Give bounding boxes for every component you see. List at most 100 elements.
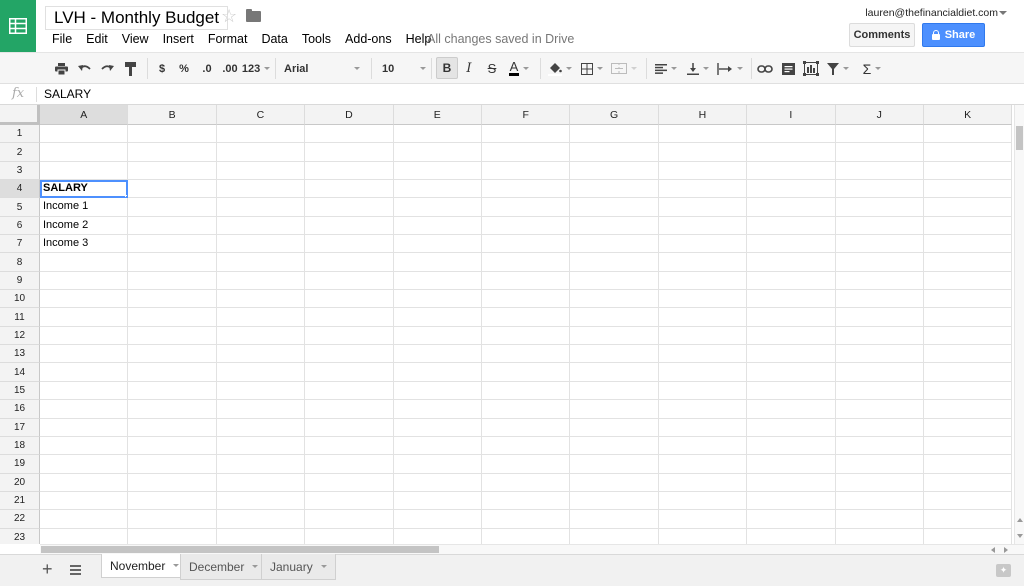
- cell-a10[interactable]: [40, 290, 129, 309]
- cell-b1[interactable]: [128, 125, 217, 144]
- cell-c4[interactable]: [216, 180, 306, 199]
- cell-k17[interactable]: [923, 418, 1013, 437]
- cell-j11[interactable]: [835, 308, 924, 327]
- row-header-9[interactable]: 9: [0, 271, 40, 291]
- italic-button[interactable]: I: [462, 53, 476, 84]
- chevron-down-icon[interactable]: [173, 564, 180, 567]
- formula-input[interactable]: SALARY: [44, 87, 91, 101]
- cell-e4[interactable]: [393, 180, 482, 199]
- cell-a18[interactable]: [40, 436, 129, 456]
- cell-f10[interactable]: [481, 290, 571, 309]
- menu-view[interactable]: View: [115, 32, 156, 46]
- cell-c13[interactable]: [216, 345, 306, 364]
- increase-decimal-button[interactable]: .00: [220, 53, 240, 84]
- cell-c5[interactable]: [216, 198, 306, 217]
- cell-d10[interactable]: [305, 290, 394, 309]
- row-header-23[interactable]: 23: [0, 528, 40, 544]
- cell-f11[interactable]: [481, 308, 571, 327]
- cell-e23[interactable]: [394, 528, 482, 544]
- column-header-k[interactable]: K: [923, 105, 1013, 125]
- cell-g11[interactable]: [570, 308, 659, 327]
- cell-h2[interactable]: [658, 143, 748, 162]
- cell-j22[interactable]: [835, 510, 924, 529]
- cell-i14[interactable]: [747, 363, 836, 382]
- cell-j12[interactable]: [835, 326, 924, 346]
- cell-h12[interactable]: [658, 326, 748, 346]
- cell-h8[interactable]: [658, 253, 748, 272]
- cell-c18[interactable]: [216, 436, 306, 456]
- cell-j2[interactable]: [835, 143, 924, 162]
- cell-a9[interactable]: [40, 271, 129, 291]
- save-status[interactable]: All changes saved in Drive: [427, 32, 574, 46]
- cell-f7[interactable]: [481, 235, 571, 254]
- cell-g7[interactable]: [570, 235, 659, 254]
- row-header-1[interactable]: 1: [0, 125, 40, 144]
- cell-f15[interactable]: [481, 381, 571, 401]
- cell-j21[interactable]: [835, 491, 924, 511]
- cell-f9[interactable]: [481, 271, 571, 291]
- cell-b3[interactable]: [128, 161, 217, 181]
- currency-format-button[interactable]: $: [155, 53, 169, 84]
- row-header-13[interactable]: 13: [0, 345, 40, 364]
- cell-k5[interactable]: [923, 198, 1013, 217]
- cell-k20[interactable]: [923, 473, 1013, 492]
- cell-f22[interactable]: [481, 510, 571, 529]
- scroll-up-icon[interactable]: [1017, 518, 1023, 522]
- cell-i10[interactable]: [747, 290, 836, 309]
- cell-e13[interactable]: [393, 345, 482, 364]
- menu-edit[interactable]: Edit: [79, 32, 115, 46]
- cell-i3[interactable]: [747, 161, 836, 181]
- cell-h4[interactable]: [658, 180, 748, 199]
- cell-i13[interactable]: [747, 345, 836, 364]
- cell-e6[interactable]: [393, 216, 482, 236]
- print-icon[interactable]: [53, 53, 69, 84]
- menu-addons[interactable]: Add-ons: [338, 32, 399, 46]
- cell-g15[interactable]: [570, 381, 659, 401]
- cell-e20[interactable]: [393, 473, 482, 492]
- column-header-g[interactable]: G: [570, 105, 659, 125]
- cell-a20[interactable]: [40, 473, 129, 492]
- number-format-dropdown[interactable]: 123: [242, 53, 271, 84]
- cell-e9[interactable]: [393, 271, 482, 291]
- column-header-e[interactable]: E: [393, 105, 482, 125]
- scroll-left-icon[interactable]: [991, 547, 995, 553]
- cell-b16[interactable]: [128, 400, 217, 419]
- row-header-18[interactable]: 18: [0, 436, 40, 456]
- row-header-5[interactable]: 5: [0, 198, 40, 217]
- cell-e22[interactable]: [393, 510, 482, 529]
- cell-d14[interactable]: [305, 363, 394, 382]
- explore-button[interactable]: ✦: [996, 564, 1011, 577]
- cell-h22[interactable]: [658, 510, 748, 529]
- cell-g6[interactable]: [570, 216, 659, 236]
- cell-g9[interactable]: [570, 271, 659, 291]
- vertical-align-button[interactable]: [685, 53, 711, 84]
- cell-d16[interactable]: [305, 400, 394, 419]
- text-color-button[interactable]: A: [505, 53, 533, 84]
- cell-a5[interactable]: Income 1: [40, 198, 129, 217]
- column-header-i[interactable]: I: [747, 105, 836, 125]
- column-header-b[interactable]: B: [128, 105, 217, 125]
- fill-handle[interactable]: [125, 195, 128, 198]
- cell-k13[interactable]: [923, 345, 1013, 364]
- cell-b12[interactable]: [128, 326, 217, 346]
- sheets-logo[interactable]: [0, 0, 36, 52]
- cell-d6[interactable]: [305, 216, 394, 236]
- menu-tools[interactable]: Tools: [295, 32, 338, 46]
- cell-k3[interactable]: [923, 161, 1013, 181]
- cell-d19[interactable]: [305, 455, 394, 474]
- cell-a12[interactable]: [40, 326, 129, 346]
- cell-h17[interactable]: [658, 418, 748, 437]
- cell-a22[interactable]: [40, 510, 129, 529]
- cell-i23[interactable]: [747, 528, 836, 544]
- cell-h14[interactable]: [658, 363, 748, 382]
- cell-i2[interactable]: [747, 143, 836, 162]
- cell-d8[interactable]: [305, 253, 394, 272]
- row-header-21[interactable]: 21: [0, 491, 40, 511]
- document-title[interactable]: LVH - Monthly Budget: [45, 6, 229, 30]
- cell-g22[interactable]: [570, 510, 659, 529]
- cell-f5[interactable]: [481, 198, 571, 217]
- cell-g23[interactable]: [570, 528, 659, 544]
- cell-b2[interactable]: [128, 143, 217, 162]
- menu-data[interactable]: Data: [254, 32, 294, 46]
- cell-f8[interactable]: [481, 253, 571, 272]
